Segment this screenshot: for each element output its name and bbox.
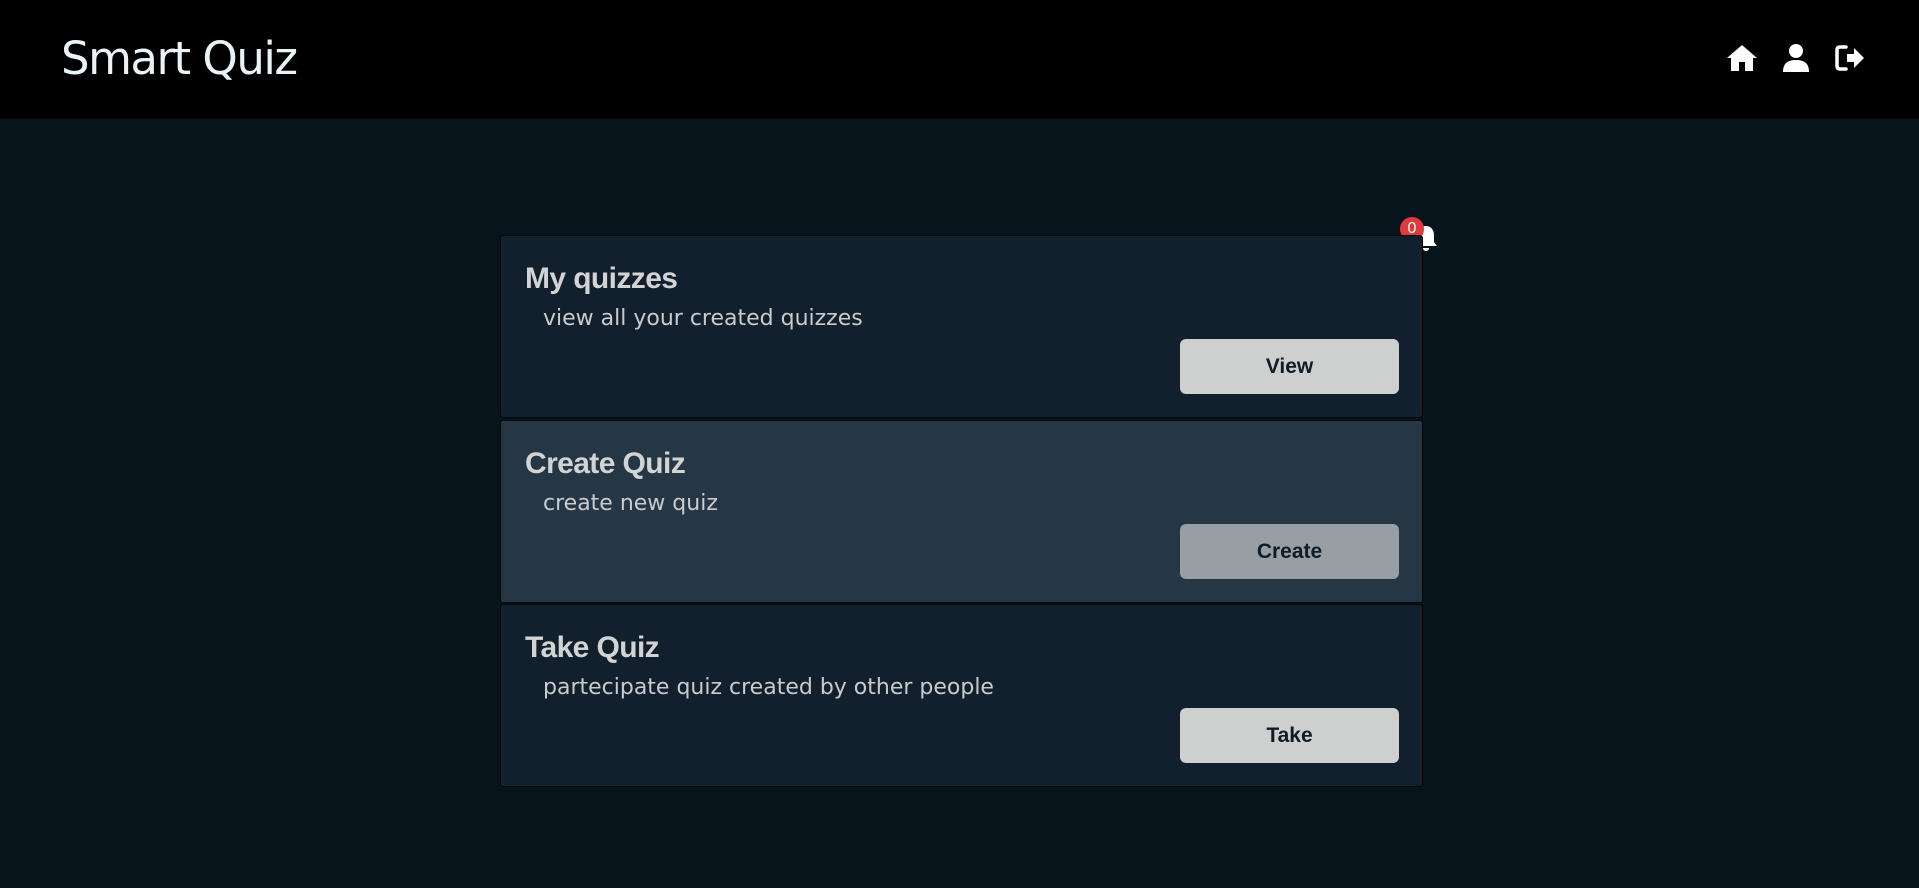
card-description: partecipate quiz created by other people (543, 675, 994, 700)
create-button[interactable]: Create (1180, 524, 1399, 579)
card-my-quizzes: My quizzes view all your created quizzes… (500, 235, 1423, 418)
view-button[interactable]: View (1180, 339, 1399, 394)
user-icon[interactable] (1780, 42, 1812, 74)
take-button[interactable]: Take (1180, 708, 1399, 763)
card-title: Take Quiz (525, 631, 660, 664)
card-take-quiz: Take Quiz partecipate quiz created by ot… (500, 604, 1423, 787)
card-title: My quizzes (525, 262, 678, 295)
top-navbar: Smart Quiz (0, 0, 1919, 119)
logout-icon[interactable] (1834, 42, 1866, 74)
brand-title[interactable]: Smart Quiz (61, 30, 298, 88)
card-title: Create Quiz (525, 447, 686, 480)
home-icon[interactable] (1726, 42, 1758, 74)
card-description: view all your created quizzes (543, 306, 863, 331)
card-create-quiz: Create Quiz create new quiz Create (500, 420, 1423, 603)
card-description: create new quiz (543, 491, 718, 516)
